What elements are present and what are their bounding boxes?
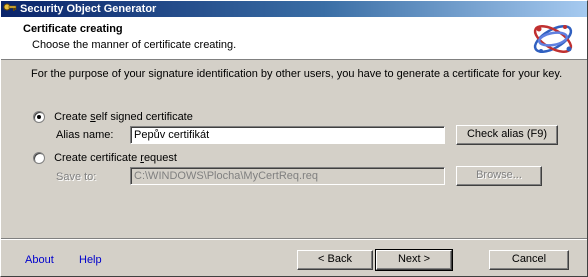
cancel-button[interactable]: Cancel: [489, 250, 569, 270]
certificate-request-radio[interactable]: Create certificate request: [33, 152, 177, 165]
alias-input[interactable]: Pepův certifikát: [130, 126, 445, 144]
alias-label: Alias name:: [56, 129, 114, 141]
save-to-label: Save to:: [56, 171, 97, 183]
certificate-keys-icon: [533, 25, 573, 53]
check-alias-button[interactable]: Check alias (F9): [456, 125, 558, 145]
save-to-input[interactable]: C:\WINDOWS\Plocha\MyCertReq.req: [130, 167, 445, 185]
wizard-window: Security Object Generator Certificate cr…: [0, 0, 588, 277]
about-link[interactable]: About: [25, 254, 54, 266]
help-link[interactable]: Help: [79, 254, 102, 266]
radio-selected-icon: [33, 111, 45, 124]
radio-unselected-icon: [33, 152, 45, 165]
next-button[interactable]: Next >: [375, 249, 453, 271]
title-bar[interactable]: Security Object Generator: [1, 1, 587, 17]
wizard-header: Certificate creating Choose the manner o…: [1, 17, 587, 60]
page-title: Certificate creating: [23, 23, 123, 35]
self-signed-radio[interactable]: Create self signed certificate: [33, 111, 193, 124]
back-button[interactable]: < Back: [297, 250, 373, 270]
footer-divider-highlight: [1, 239, 587, 240]
page-subtitle: Choose the manner of certificate creatin…: [32, 39, 237, 51]
intro-text: For the purpose of your signature identi…: [31, 68, 563, 80]
self-signed-label: Create self signed certificate: [54, 111, 193, 124]
window-title: Security Object Generator: [20, 3, 157, 15]
browse-button[interactable]: Browse...: [456, 166, 542, 186]
key-icon: [3, 3, 17, 11]
certificate-request-label: Create certificate request: [54, 152, 177, 165]
